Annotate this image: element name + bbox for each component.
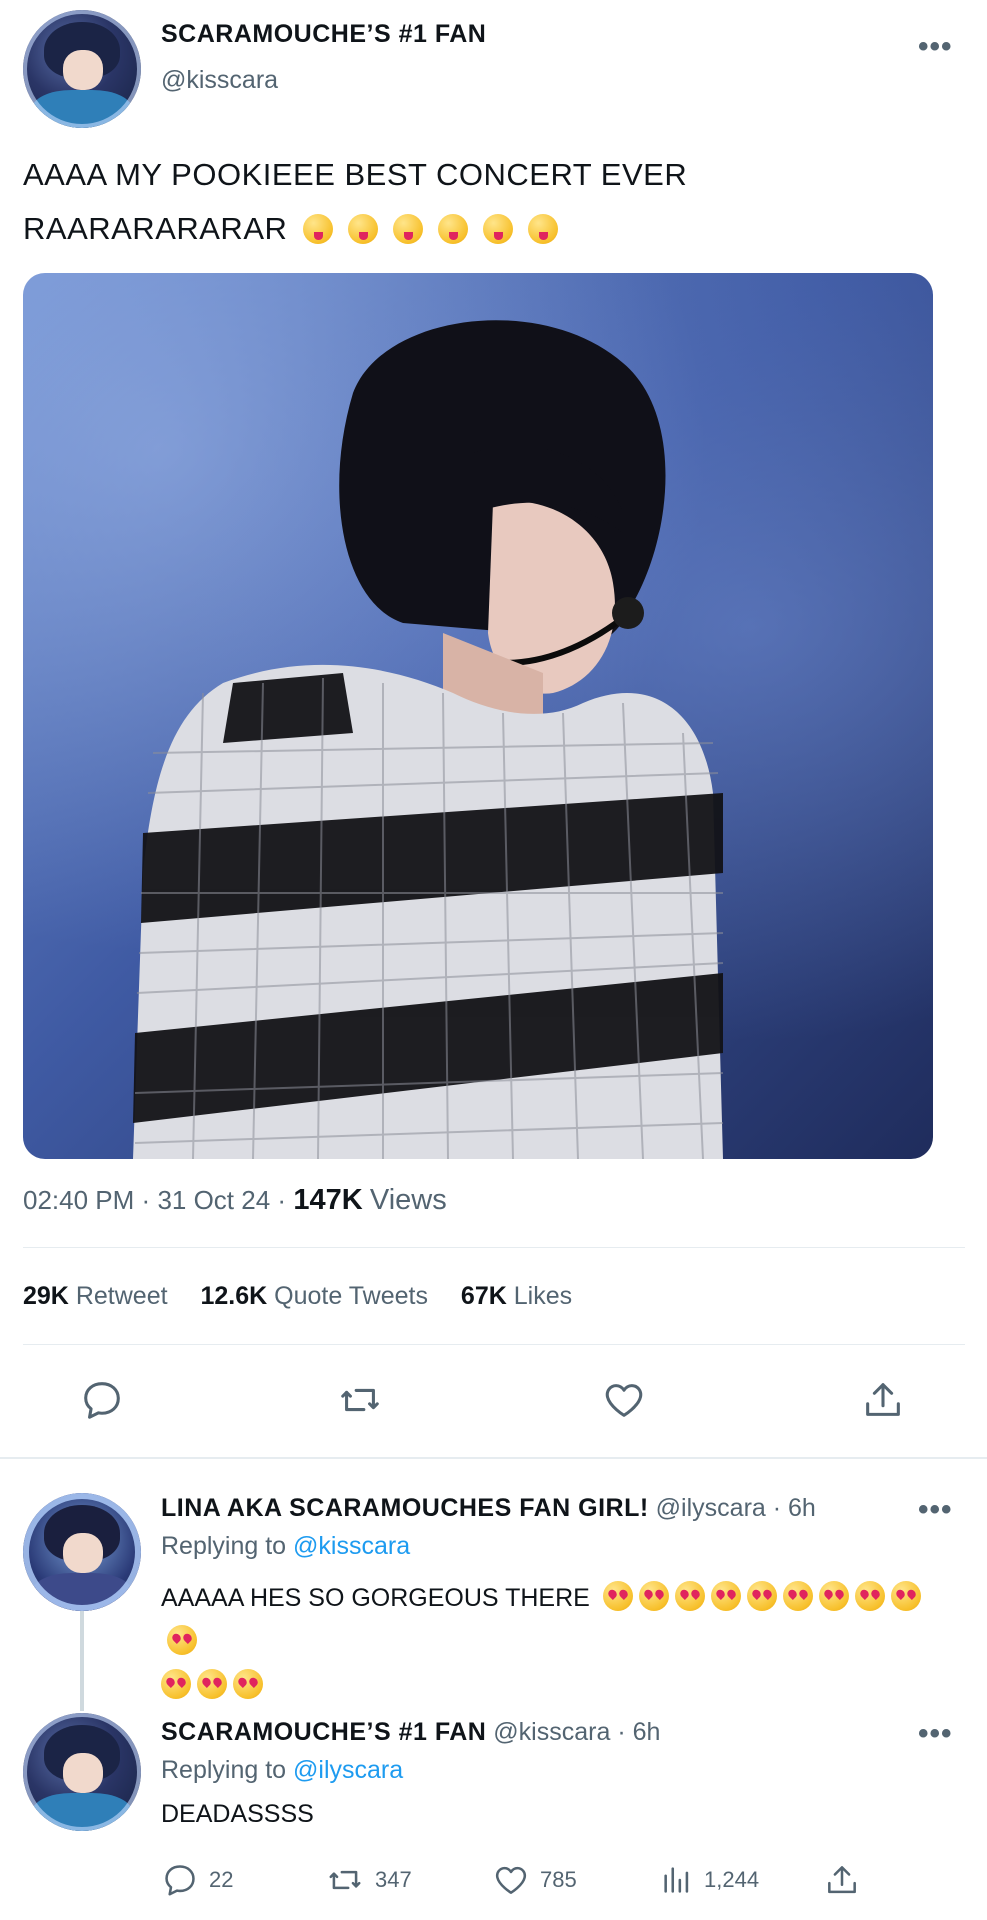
likes-label: Likes bbox=[513, 1282, 573, 1310]
reply2-avatar[interactable] bbox=[23, 1713, 141, 1831]
reply2-replying: Replying to @ilyscara bbox=[161, 1756, 403, 1785]
squinting-tongue-emoji-icon bbox=[347, 214, 378, 244]
heart-eyes-emoji-icon bbox=[710, 1581, 741, 1611]
retweets-label: Retweet bbox=[75, 1282, 168, 1310]
reply1-replying: Replying to @kisscara bbox=[161, 1532, 410, 1561]
author-name[interactable]: SCARAMOUCHE’S #1 FAN bbox=[161, 20, 486, 49]
views-count: 1,244 bbox=[704, 1867, 760, 1892]
concert-performer-illustration bbox=[133, 320, 724, 1159]
reply2-like-action[interactable]: 785 bbox=[492, 1861, 577, 1899]
yum-emoji-icon bbox=[437, 214, 468, 244]
quotes-stat[interactable]: 12.6K Quote Tweets bbox=[201, 1282, 435, 1310]
views-icon bbox=[664, 1867, 689, 1893]
reply2-replying-label: Replying to bbox=[161, 1756, 287, 1784]
tweet-text-line1: AAAA MY POOKIEEE BEST CONCERT EVER bbox=[23, 157, 688, 192]
likes-count: 67K bbox=[460, 1282, 507, 1310]
like-icon[interactable] bbox=[601, 1377, 647, 1423]
tweet-text-line2: RAARARARARAR bbox=[23, 202, 687, 256]
retweet-icon bbox=[329, 1870, 361, 1890]
section-divider bbox=[0, 1457, 987, 1459]
likes-stat[interactable]: 67K Likes bbox=[461, 1282, 572, 1310]
reply2-replying-to[interactable]: @ilyscara bbox=[293, 1756, 403, 1784]
reply1-header: LINA AKA SCARAMOUCHES FAN GIRL! @ilyscar… bbox=[161, 1494, 816, 1523]
like-count: 785 bbox=[540, 1867, 577, 1892]
heart-eyes-emoji-icon bbox=[854, 1581, 885, 1611]
retweet-count: 347 bbox=[375, 1867, 412, 1892]
reply2-text: DEADASSSS bbox=[161, 1800, 314, 1828]
squinting-tongue-emoji-icon bbox=[302, 214, 333, 244]
yum-emoji-icon bbox=[483, 214, 514, 244]
author-avatar[interactable] bbox=[23, 10, 141, 128]
thread-line bbox=[80, 1611, 84, 1711]
reply-icon bbox=[165, 1865, 195, 1896]
reply1-replying-label: Replying to bbox=[161, 1532, 287, 1560]
reply1-text: AAAAA HES SO GORGEOUS THERE bbox=[161, 1576, 951, 1708]
heart-eyes-emoji-icon bbox=[746, 1581, 777, 1611]
reply-count: 22 bbox=[209, 1867, 234, 1892]
meta-separator: · bbox=[141, 1185, 151, 1215]
share-icon[interactable] bbox=[823, 1861, 861, 1899]
more-options-icon[interactable]: ••• bbox=[918, 30, 953, 64]
tweet-meta: 02:40 PM · 31 Oct 24 · 147K Views bbox=[23, 1184, 447, 1217]
reply2-more-icon[interactable]: ••• bbox=[918, 1717, 953, 1751]
heart-eyes-emoji-icon bbox=[890, 1581, 921, 1611]
views-count: 147K bbox=[293, 1184, 363, 1216]
reply1-replying-to[interactable]: @kisscara bbox=[293, 1532, 410, 1560]
heart-eyes-emoji-icon bbox=[233, 1669, 263, 1699]
reply2-header: SCARAMOUCHE’S #1 FAN @kisscara · 6h bbox=[161, 1718, 660, 1747]
yum-emoji-icon bbox=[392, 214, 423, 244]
reply2-age: · 6h bbox=[617, 1718, 661, 1746]
reply2-handle[interactable]: @kisscara bbox=[493, 1718, 610, 1746]
tweet-stats: 29K Retweet 12.6K Quote Tweets 67K Likes bbox=[23, 1282, 572, 1311]
reply1-more-icon[interactable]: ••• bbox=[918, 1493, 953, 1527]
reply-icon[interactable] bbox=[79, 1377, 125, 1423]
like-icon bbox=[495, 1866, 527, 1894]
tweet-text-line2-words: RAARARARARAR bbox=[23, 211, 288, 246]
reply1-text-words: AAAAA HES SO GORGEOUS THERE bbox=[161, 1584, 590, 1612]
heart-eyes-emoji-icon bbox=[161, 1669, 191, 1699]
share-icon[interactable] bbox=[860, 1377, 906, 1423]
retweets-stat[interactable]: 29K Retweet bbox=[23, 1282, 175, 1310]
retweet-icon[interactable] bbox=[336, 1377, 384, 1423]
reply1-name[interactable]: LINA AKA SCARAMOUCHES FAN GIRL! bbox=[161, 1494, 649, 1522]
heart-eyes-emoji-icon bbox=[674, 1581, 705, 1611]
quotes-count: 12.6K bbox=[200, 1282, 268, 1310]
yum-emoji-icon bbox=[528, 214, 559, 244]
quotes-label: Quote Tweets bbox=[274, 1282, 428, 1310]
reply2-name[interactable]: SCARAMOUCHE’S #1 FAN bbox=[161, 1718, 486, 1746]
reply2-reply-action[interactable]: 22 bbox=[161, 1861, 233, 1899]
heart-eyes-emoji-icon bbox=[818, 1581, 849, 1611]
tweet-time[interactable]: 02:40 PM bbox=[23, 1185, 134, 1215]
reply1-handle[interactable]: @ilyscara bbox=[656, 1494, 766, 1522]
retweets-count: 29K bbox=[23, 1282, 69, 1310]
tweet-date[interactable]: 31 Oct 24 bbox=[157, 1185, 270, 1215]
views-label: Views bbox=[369, 1184, 447, 1216]
divider bbox=[23, 1247, 965, 1248]
tweet-photo[interactable] bbox=[23, 273, 933, 1159]
heart-eyes-emoji-icon bbox=[638, 1581, 669, 1611]
heart-eyes-emoji-icon bbox=[197, 1669, 227, 1699]
reply1-avatar[interactable] bbox=[23, 1493, 141, 1611]
reply2-views-action[interactable]: 1,244 bbox=[660, 1861, 759, 1899]
heart-eyes-emoji-icon bbox=[782, 1581, 813, 1611]
heart-eyes-emoji-icon bbox=[167, 1625, 197, 1655]
author-handle[interactable]: @kisscara bbox=[161, 66, 278, 95]
reply2-retweet-action[interactable]: 347 bbox=[325, 1861, 412, 1899]
meta-separator: · bbox=[277, 1185, 287, 1215]
divider bbox=[23, 1344, 965, 1345]
heart-eyes-emoji-icon bbox=[602, 1581, 633, 1611]
reply1-age: · 6h bbox=[772, 1494, 816, 1522]
tweet-text: AAAA MY POOKIEEE BEST CONCERT EVER RAARA… bbox=[23, 148, 687, 256]
